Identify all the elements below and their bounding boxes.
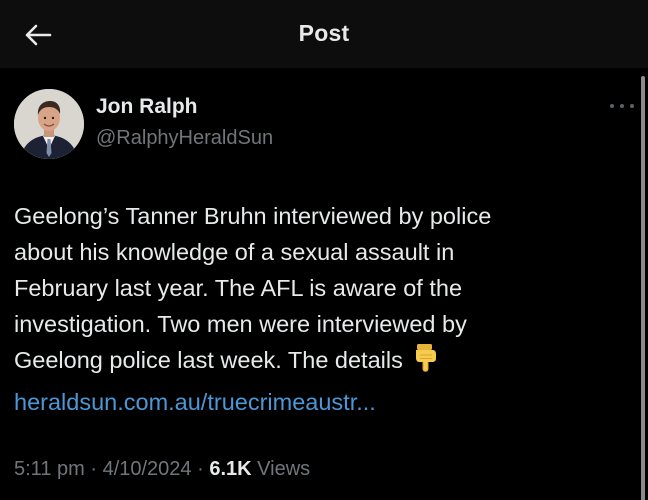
author-handle[interactable]: @RalphyHeraldSun xyxy=(96,127,273,150)
views-count[interactable]: 6.1K xyxy=(209,458,251,480)
post-date[interactable]: 4/10/2024 xyxy=(103,458,192,480)
post-text-line: Geelong police last week. The details xyxy=(14,347,403,373)
post-text-last-line: Geelong police last week. The details xyxy=(14,342,614,384)
profile-photo xyxy=(14,89,84,159)
more-icon-dot xyxy=(610,104,614,108)
avatar[interactable] xyxy=(14,89,84,159)
scrollbar[interactable] xyxy=(641,76,645,500)
pointing-down-hand-icon xyxy=(413,342,439,384)
post-text-line: about his knowledge of a sexual assault … xyxy=(14,239,455,265)
post-text-line: February last year. The AFL is aware of … xyxy=(14,275,463,301)
article-link[interactable]: heraldsun.com.au/truecrimeaustr... xyxy=(14,389,376,415)
top-bar: Post xyxy=(0,0,648,68)
post-text-line: investigation. Two men were interviewed … xyxy=(14,311,467,337)
meta-separator: · xyxy=(197,458,204,480)
author-name[interactable]: Jon Ralph xyxy=(96,95,198,119)
post-text: Geelong’s Tanner Bruhn interviewed by po… xyxy=(14,198,614,420)
post-meta: 5:11 pm · 4/10/2024 · 6.1K Views xyxy=(14,458,310,481)
meta-separator: · xyxy=(90,458,98,480)
more-options-button[interactable] xyxy=(610,98,634,114)
views-label[interactable]: Views xyxy=(257,458,310,480)
post-time[interactable]: 5:11 pm xyxy=(14,458,85,480)
post-screen: Post Jon Ralph @RalphyHeraldSun Geelong’… xyxy=(0,0,648,500)
more-icon-dot xyxy=(630,104,634,108)
post-link-line: heraldsun.com.au/truecrimeaustr... xyxy=(14,384,614,420)
page-title: Post xyxy=(298,20,350,46)
post-text-line: Geelong’s Tanner Bruhn interviewed by po… xyxy=(14,203,492,229)
more-icon-dot xyxy=(620,104,624,108)
